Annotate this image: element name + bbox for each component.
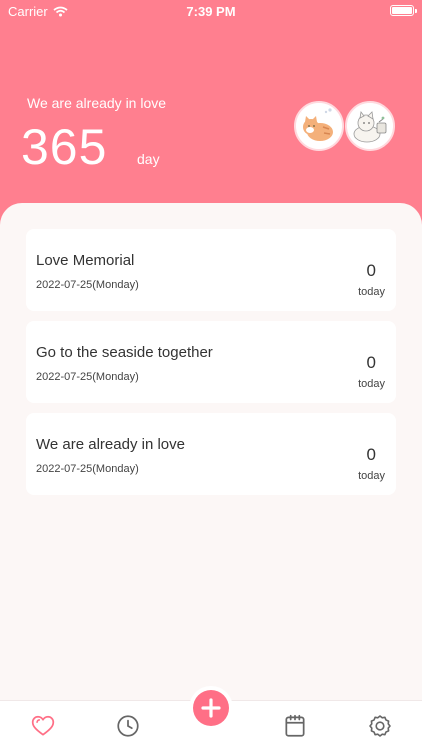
event-card[interactable]: Go to the seaside together 2022-07-25(Mo… [26, 321, 396, 403]
tab-settings[interactable] [367, 713, 393, 739]
battery-icon [390, 5, 417, 16]
events-panel: Love Memorial 2022-07-25(Monday) 0 today… [0, 203, 422, 700]
clock-time: 7:39 PM [186, 4, 236, 19]
clock-icon [117, 715, 139, 737]
event-count: 0 [366, 353, 376, 372]
event-title: Go to the seaside together [36, 344, 213, 361]
event-count: 0 [366, 445, 376, 464]
avatar-partner-1[interactable] [294, 101, 344, 151]
days-counter: 365 [21, 119, 108, 175]
event-title: Love Memorial [36, 252, 135, 269]
tab-home[interactable] [30, 713, 56, 739]
event-card[interactable]: We are already in love 2022-07-25(Monday… [26, 413, 396, 495]
heart-icon [31, 715, 55, 736]
event-count: 0 [366, 261, 376, 280]
event-card[interactable]: Love Memorial 2022-07-25(Monday) 0 today [26, 229, 396, 311]
avatar-partner-2[interactable] [345, 101, 395, 151]
tab-calendar[interactable] [282, 713, 308, 739]
settings-icon [369, 715, 391, 737]
event-count-unit: today [358, 286, 385, 298]
cat-avatar-icon [347, 103, 393, 149]
status-bar: Carrier 7:39 PM [0, 0, 422, 22]
event-title: We are already in love [36, 436, 185, 453]
event-date: 2022-07-25(Monday) [36, 463, 139, 475]
add-event-button[interactable] [193, 690, 229, 726]
event-date: 2022-07-25(Monday) [36, 279, 139, 291]
cat-avatar-icon [296, 103, 342, 149]
event-count-unit: today [358, 378, 385, 390]
tab-history[interactable] [115, 713, 141, 739]
days-unit: day [137, 151, 160, 167]
plus-icon [201, 698, 221, 718]
event-date: 2022-07-25(Monday) [36, 371, 139, 383]
calendar-icon [285, 714, 305, 737]
love-caption: We are already in love [27, 95, 167, 111]
event-count-unit: today [358, 470, 385, 482]
